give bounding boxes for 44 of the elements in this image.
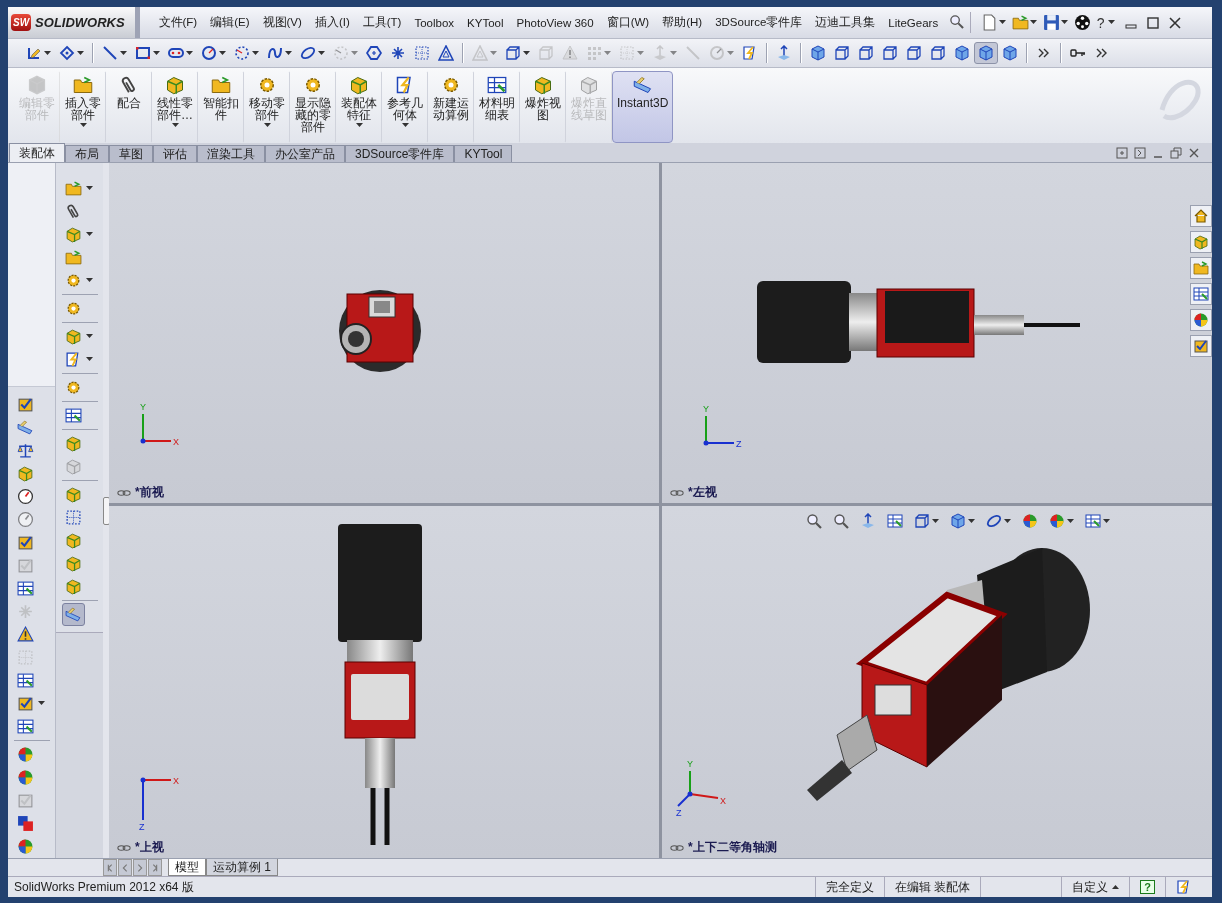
- tab[interactable]: 渲染工具: [197, 145, 265, 162]
- tab[interactable]: 装配体: [9, 143, 65, 162]
- menu-item[interactable]: Toolbox: [407, 13, 461, 32]
- axis-label: X: [720, 796, 726, 806]
- units-menu[interactable]: 自定义: [1072, 878, 1109, 896]
- ribbon-button[interactable]: Instant3D: [612, 71, 674, 143]
- view-label: *上下二等角轴测: [688, 839, 777, 856]
- axis-label: Z: [676, 808, 682, 818]
- tab[interactable]: 模型: [168, 859, 206, 876]
- axis-label: Z: [139, 822, 145, 832]
- axis-label: Y: [703, 404, 709, 414]
- menu-item[interactable]: 文件(F): [152, 12, 204, 33]
- help-button[interactable]: ?: [1140, 880, 1155, 894]
- menu-item[interactable]: 3DSource零件库: [708, 12, 809, 33]
- axis-label: X: [173, 776, 179, 786]
- tab[interactable]: 评估: [153, 145, 197, 162]
- tab[interactable]: 运动算例 1: [206, 859, 278, 876]
- tab[interactable]: 办公室产品: [265, 145, 345, 162]
- axis-label: Z: [736, 439, 742, 449]
- view-label: *前视: [135, 484, 164, 501]
- menu-item[interactable]: LiteGears: [881, 13, 945, 32]
- app-logo: SW SOLIDWORKS: [8, 7, 140, 38]
- menu-item[interactable]: 工具(T): [356, 12, 408, 33]
- menu-item[interactable]: PhotoView 360: [510, 13, 601, 32]
- status-text: 完全定义: [814, 877, 884, 897]
- view-label: *上视: [135, 839, 164, 856]
- tab[interactable]: KYTool: [454, 145, 513, 162]
- menu-item[interactable]: 迈迪工具集: [808, 12, 882, 33]
- axis-label: Y: [140, 402, 146, 412]
- menu-item[interactable]: 编辑(E): [203, 12, 257, 33]
- status-text: 在编辑 装配体: [883, 877, 981, 897]
- status-text: SolidWorks Premium 2012 x64 版: [13, 878, 195, 896]
- tab[interactable]: 布局: [65, 145, 109, 162]
- menu-item[interactable]: 窗口(W): [600, 12, 656, 33]
- help-button[interactable]: ?: [1094, 14, 1107, 31]
- menu-item[interactable]: 视图(V): [256, 12, 309, 33]
- axis-label: Y: [687, 759, 693, 769]
- view-label: *左视: [688, 484, 717, 501]
- tab[interactable]: 草图: [109, 145, 153, 162]
- tab[interactable]: 3DSource零件库: [345, 145, 455, 162]
- menu-item[interactable]: 插入(I): [308, 12, 357, 33]
- menu-item[interactable]: 帮助(H): [655, 12, 709, 33]
- axis-label: X: [173, 437, 179, 447]
- menu-item[interactable]: KYTool: [460, 13, 510, 32]
